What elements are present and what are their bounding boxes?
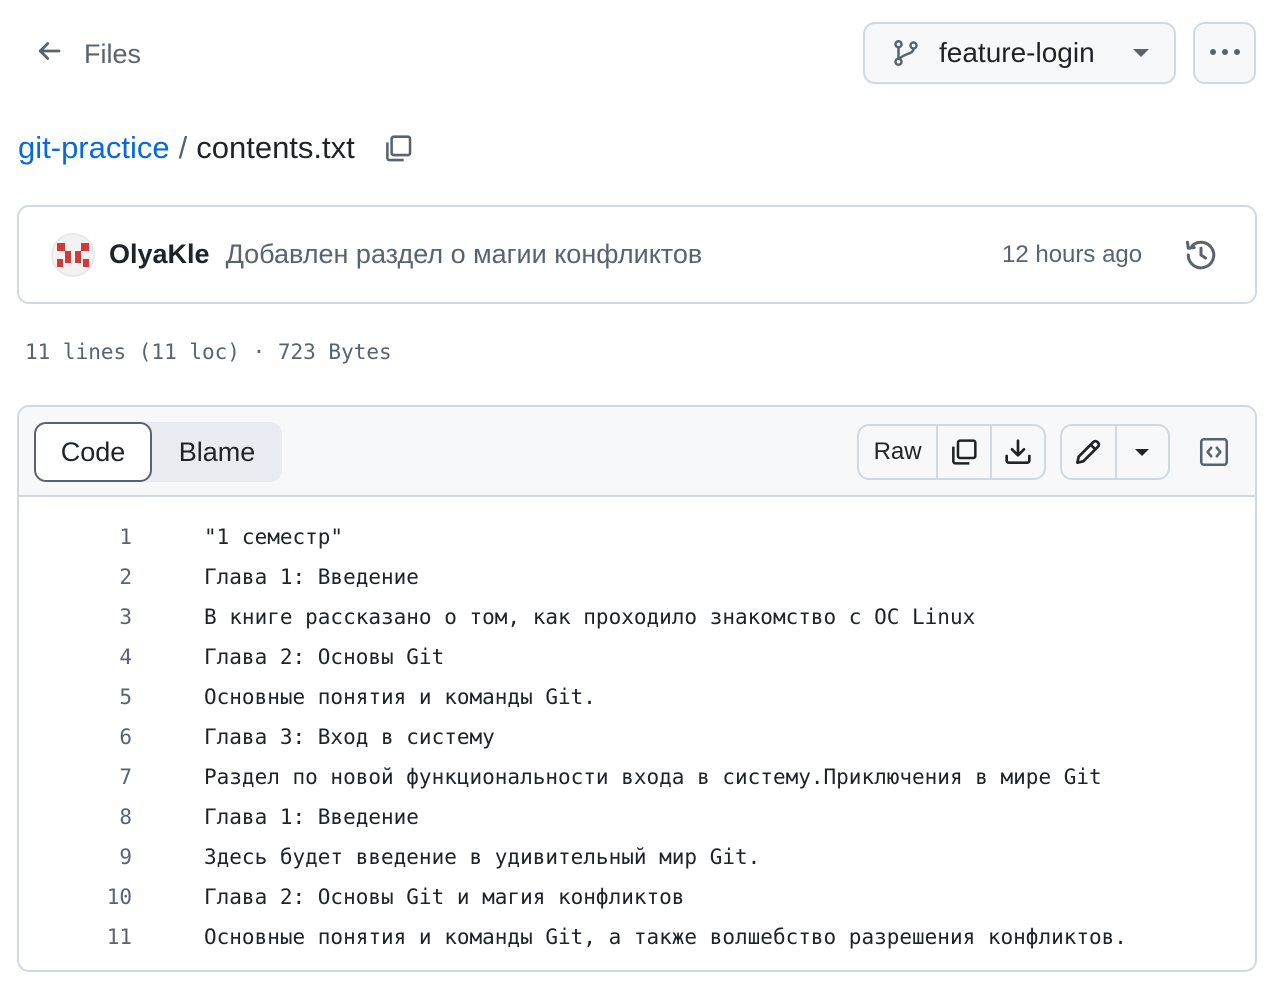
code-line: 2 Глава 1: Введение bbox=[19, 557, 1255, 597]
back-to-files-link[interactable]: Files bbox=[34, 34, 141, 74]
code-line: 6 Глава 3: Вход в систему bbox=[19, 717, 1255, 757]
arrow-left-icon bbox=[34, 36, 64, 73]
code-line: 11 Основные понятия и команды Git, а такж… bbox=[19, 917, 1255, 957]
line-text: Основные понятия и команды Git, а также … bbox=[204, 925, 1127, 949]
download-button[interactable] bbox=[992, 426, 1044, 478]
chevron-down-icon bbox=[1132, 49, 1149, 57]
kebab-horizontal-icon bbox=[1208, 44, 1242, 62]
line-number[interactable]: 11 bbox=[19, 925, 132, 949]
line-number[interactable]: 3 bbox=[19, 605, 132, 629]
symbols-button[interactable] bbox=[1197, 435, 1231, 469]
avatar[interactable] bbox=[51, 232, 95, 277]
top-bar: Files feature-login bbox=[0, 0, 1268, 108]
line-number[interactable]: 9 bbox=[19, 845, 132, 869]
branch-selector-button[interactable]: feature-login bbox=[863, 22, 1176, 84]
code-body: 1 "1 семестр" 2 Глава 1: Введение 3 В книге… bbox=[19, 497, 1255, 957]
more-options-button[interactable] bbox=[1193, 22, 1256, 84]
line-text: "1 семестр" bbox=[204, 525, 344, 549]
file-name: contents.txt bbox=[196, 130, 355, 165]
breadcrumb-separator: / bbox=[178, 130, 188, 165]
line-text: В книге рассказано о том, как проходило … bbox=[204, 605, 976, 629]
line-text: Глава 3: Вход в систему bbox=[204, 725, 495, 749]
edit-button[interactable] bbox=[1062, 426, 1117, 478]
copy-icon bbox=[951, 439, 977, 465]
line-text: Глава 1: Введение bbox=[204, 805, 419, 829]
line-text: Основные понятия и команды Git. bbox=[204, 685, 596, 709]
line-number[interactable]: 5 bbox=[19, 685, 132, 709]
code-line: 10 Глава 2: Основы Git и магия конфликтов bbox=[19, 877, 1255, 917]
branch-name: feature-login bbox=[939, 37, 1095, 68]
history-button[interactable] bbox=[1179, 233, 1223, 277]
view-toggle: Code Blame bbox=[34, 422, 282, 482]
raw-actions-group: Raw bbox=[857, 424, 1046, 480]
line-number[interactable]: 1 bbox=[19, 525, 132, 549]
raw-button[interactable]: Raw bbox=[859, 426, 939, 478]
line-number[interactable]: 6 bbox=[19, 725, 132, 749]
line-text: Раздел по новой функциональности входа в… bbox=[204, 765, 1102, 789]
latest-commit-box: OlyaKle Добавлен раздел о магии конфликт… bbox=[17, 205, 1257, 304]
line-number[interactable]: 2 bbox=[19, 565, 132, 589]
edit-options-button[interactable] bbox=[1117, 426, 1168, 478]
copy-icon bbox=[385, 135, 412, 162]
history-icon bbox=[1186, 240, 1216, 270]
code-line: 1 "1 семестр" bbox=[19, 517, 1255, 557]
repo-link[interactable]: git-practice bbox=[18, 130, 170, 166]
line-number[interactable]: 4 bbox=[19, 645, 132, 669]
edit-actions-group bbox=[1060, 424, 1170, 480]
back-label: Files bbox=[84, 38, 142, 69]
commit-message[interactable]: Добавлен раздел о магии конфликтов bbox=[226, 239, 703, 270]
line-text: Глава 2: Основы Git bbox=[204, 645, 445, 669]
commit-author[interactable]: OlyaKle bbox=[109, 239, 210, 270]
download-icon bbox=[1005, 439, 1031, 464]
file-meta: 11 lines (11 loc) · 723 Bytes bbox=[25, 340, 392, 364]
breadcrumb: git-practice / contents.txt bbox=[18, 124, 415, 172]
copy-raw-button[interactable] bbox=[938, 426, 992, 478]
pencil-icon bbox=[1076, 439, 1101, 464]
line-number[interactable]: 7 bbox=[19, 765, 132, 789]
line-text: Глава 2: Основы Git и магия конфликтов bbox=[204, 885, 685, 909]
line-text: Глава 1: Введение bbox=[204, 565, 419, 589]
tab-code[interactable]: Code bbox=[34, 422, 152, 482]
code-line: 4 Глава 2: Основы Git bbox=[19, 637, 1255, 677]
tab-blame[interactable]: Blame bbox=[152, 422, 282, 482]
code-square-icon bbox=[1199, 437, 1229, 467]
code-panel: Code Blame Raw 1 "1 семестр" 2 Глава 1: … bbox=[17, 405, 1257, 972]
line-number[interactable]: 10 bbox=[19, 885, 132, 909]
copy-path-button[interactable] bbox=[381, 131, 415, 165]
code-line: 5 Основные понятия и команды Git. bbox=[19, 677, 1255, 717]
line-number[interactable]: 8 bbox=[19, 805, 132, 829]
code-line: 9 Здесь будет введение в удивительный мир… bbox=[19, 837, 1255, 877]
code-toolbar: Code Blame Raw bbox=[19, 407, 1255, 497]
code-line: 7 Раздел по новой функциональности входа … bbox=[19, 757, 1255, 797]
git-branch-icon bbox=[891, 38, 921, 68]
line-text: Здесь будет введение в удивительный мир … bbox=[204, 845, 761, 869]
chevron-down-icon bbox=[1135, 448, 1150, 456]
code-line: 8 Глава 1: Введение bbox=[19, 797, 1255, 837]
code-line: 3 В книге рассказано о том, как проходило… bbox=[19, 597, 1255, 637]
commit-time: 12 hours ago bbox=[1002, 241, 1143, 268]
identicon-icon bbox=[53, 234, 93, 275]
